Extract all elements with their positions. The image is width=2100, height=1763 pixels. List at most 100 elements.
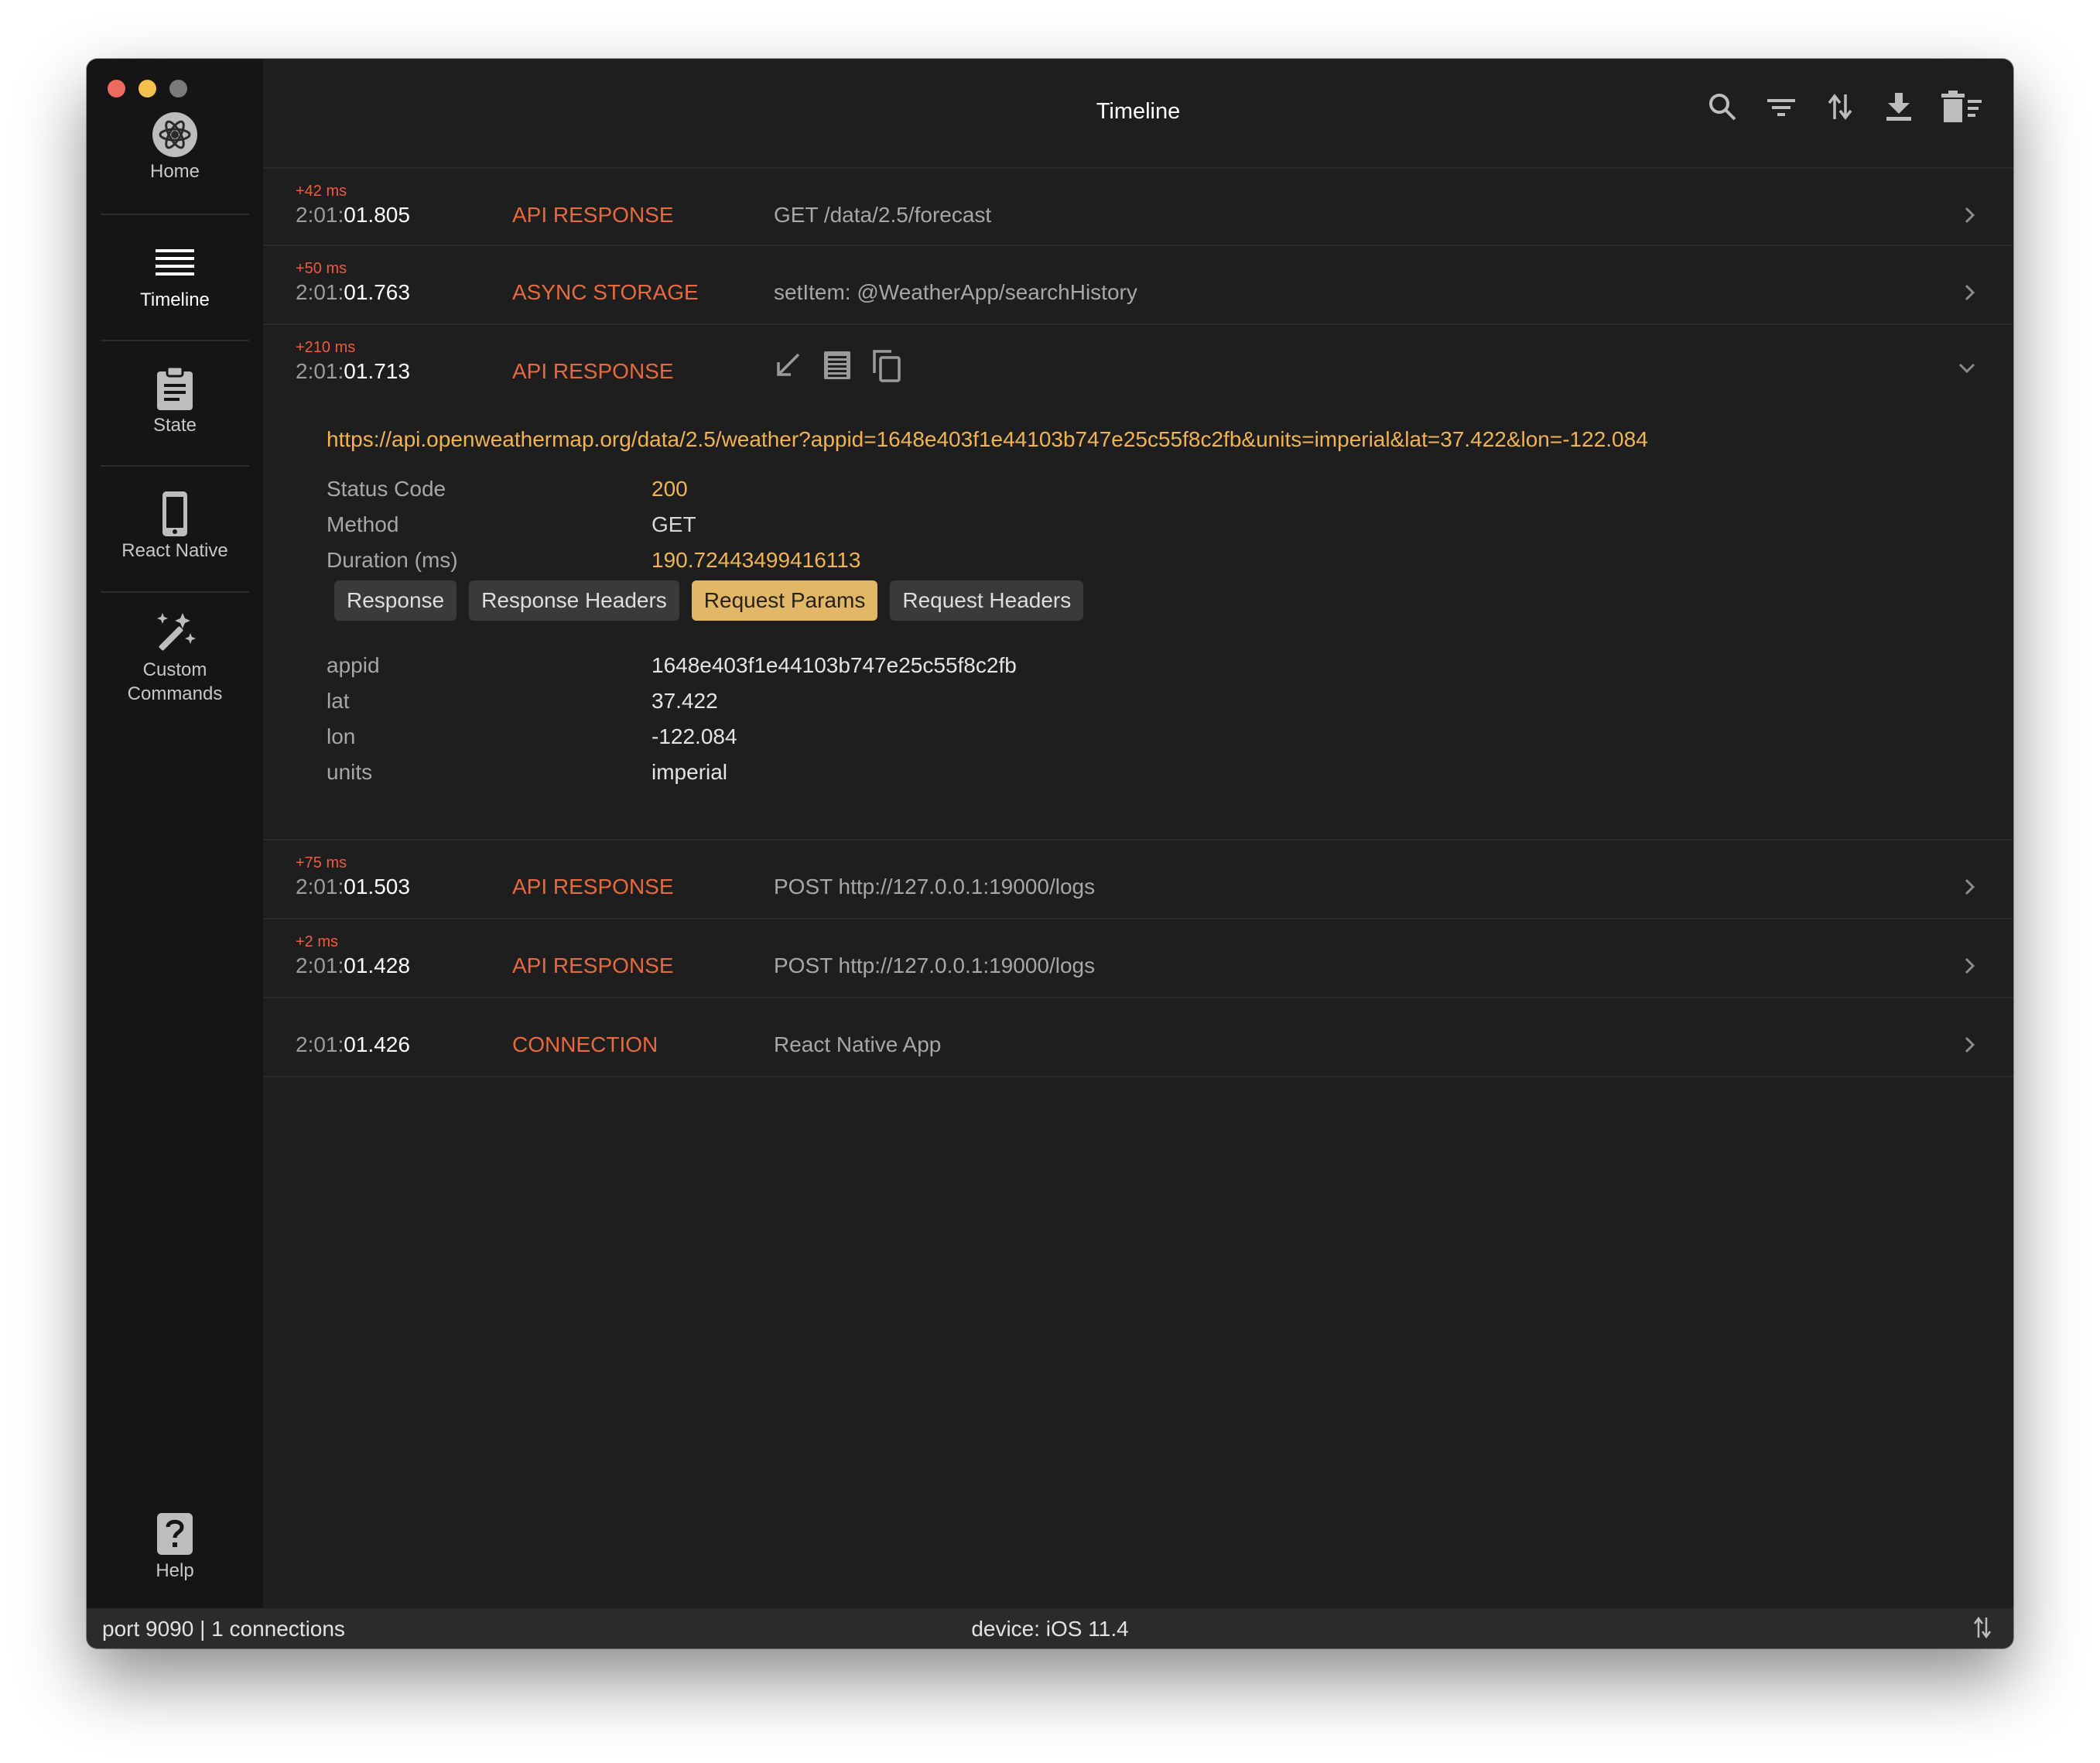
chevron-right-icon (1965, 957, 1975, 974)
param-key: lat (327, 689, 350, 713)
event-type: CONNECTION (512, 1032, 658, 1056)
chevron-down-icon (1958, 363, 1975, 374)
timeline-row[interactable]: +42 ms 2:01:01.805 API RESPONSE GET /dat… (263, 167, 2013, 246)
reactotron-logo-icon (150, 110, 200, 159)
event-summary: React Native App (774, 1032, 942, 1056)
tab-request-params[interactable]: Request Params (691, 580, 878, 621)
event-type: API RESPONSE (512, 359, 674, 383)
chevron-right-icon (1965, 207, 1975, 224)
clear-icon (1941, 91, 1982, 122)
chevron-right-icon (1965, 878, 1975, 895)
phone-icon (159, 489, 190, 539)
tab-response-headers[interactable]: Response Headers (469, 580, 679, 621)
timestamp: 2:01:01.428 (296, 953, 410, 978)
timeline-row-expanded[interactable]: +210 ms 2:01:01.713 API RESPONSE https:/… (263, 325, 2013, 840)
sidebar-item-label: Help (156, 1560, 194, 1581)
param-key: lon (327, 724, 356, 748)
row-actions (771, 348, 904, 382)
time-delta: +75 ms (296, 854, 347, 871)
timestamp-sms: 01.426 (344, 1032, 410, 1056)
search-button[interactable] (1704, 88, 1741, 125)
sidebar-divider (101, 465, 249, 467)
timeline-row[interactable]: +50 ms 2:01:01.763 ASYNC STORAGE setItem… (263, 246, 2013, 325)
header: Timeline (263, 59, 2013, 167)
time-delta: +2 ms (296, 933, 339, 950)
sidebar-item-help[interactable]: Help (101, 1509, 249, 1583)
timestamp: 2:01:01.763 (296, 280, 410, 305)
time-delta: +42 ms (296, 183, 347, 200)
event-type: API RESPONSE (512, 203, 674, 227)
download-button[interactable] (1880, 88, 1917, 125)
sidebar-item-state[interactable]: State (101, 364, 249, 437)
sidebar-divider (101, 591, 249, 593)
timestamp: 2:01:01.426 (296, 1032, 410, 1057)
param-value: -122.084 (652, 724, 737, 748)
device-status: device: iOS 11.4 (971, 1617, 1129, 1641)
event-type: API RESPONSE (512, 953, 674, 977)
event-summary: POST http://127.0.0.1:19000/logs (774, 875, 1096, 899)
info-value: 200 (652, 477, 688, 501)
timestamp-sms: 01.805 (344, 203, 410, 227)
sidebar-divider (101, 340, 249, 341)
time-delta: +210 ms (296, 339, 356, 356)
sidebar-divider (101, 214, 249, 215)
timestamp-hm: 2:01: (296, 203, 344, 227)
copy-as-fetch-button[interactable] (820, 348, 854, 382)
timestamp-sms: 01.428 (344, 953, 410, 977)
event-type: ASYNC STORAGE (512, 280, 699, 304)
timeline-list: +42 ms 2:01:01.805 API RESPONSE GET /dat… (263, 167, 2013, 1077)
sidebar-item-home[interactable]: Home (101, 110, 249, 183)
reverse-order-button[interactable] (1821, 88, 1859, 125)
header-toolbar (1704, 88, 1984, 125)
timestamp-sms: 01.763 (344, 280, 410, 304)
time-delta: +50 ms (296, 260, 347, 277)
timestamp-hm: 2:01: (296, 280, 344, 304)
window-controls (108, 80, 187, 98)
close-window-button[interactable] (108, 80, 125, 98)
clear-button[interactable] (1939, 88, 1984, 125)
connection-toggle-button[interactable] (1972, 1616, 1993, 1645)
filter-button[interactable] (1763, 88, 1800, 125)
timestamp-hm: 2:01: (296, 953, 344, 977)
clipboard-icon (155, 364, 195, 413)
event-summary: setItem: @WeatherApp/searchHistory (774, 280, 1137, 304)
info-value: GET (652, 512, 696, 536)
param-key: appid (327, 653, 380, 677)
copy-icon (873, 350, 901, 382)
app-window: Home Timeline State React Native Custom … (87, 59, 2013, 1648)
sidebar-item-label: Home (149, 161, 200, 182)
timestamp-sms: 01.713 (344, 359, 410, 383)
timeline-row[interactable]: 2:01:01.426 CONNECTION React Native App (263, 998, 2013, 1077)
download-icon (1886, 93, 1911, 121)
info-key: Duration (ms) (327, 548, 458, 572)
sidebar-item-timeline[interactable]: Timeline (101, 238, 249, 312)
timestamp-hm: 2:01: (296, 359, 344, 383)
repeat-request-button[interactable] (771, 348, 805, 382)
copy-button[interactable] (870, 348, 904, 382)
timestamp-hm: 2:01: (296, 875, 344, 899)
sidebar-item-custom-commands[interactable]: Custom Commands (101, 608, 249, 706)
help-icon (155, 1509, 195, 1559)
reverse-order-icon (1973, 1616, 1992, 1639)
minimize-window-button[interactable] (139, 80, 156, 98)
timestamp: 2:01:01.805 (296, 203, 410, 228)
event-summary: POST http://127.0.0.1:19000/logs (774, 953, 1096, 977)
sidebar-item-label: State (152, 415, 197, 436)
magic-wand-icon (152, 608, 198, 658)
timeline-row[interactable]: +75 ms 2:01:01.503 API RESPONSE POST htt… (263, 840, 2013, 919)
event-summary: GET /data/2.5/forecast (774, 203, 992, 227)
repeat-request-icon (777, 353, 800, 376)
info-value: 190.72443499416113 (652, 548, 861, 572)
detail-tabs: Response Response Headers Request Params… (334, 580, 1084, 621)
list-icon (154, 238, 196, 288)
tab-request-headers[interactable]: Request Headers (890, 580, 1084, 621)
info-key: Status Code (327, 477, 446, 501)
zoom-window-button[interactable] (169, 80, 187, 98)
tab-response[interactable]: Response (334, 580, 457, 621)
request-url[interactable]: https://api.openweathermap.org/data/2.5/… (327, 427, 1648, 452)
reverse-order-icon (1828, 94, 1852, 120)
timeline-row[interactable]: +2 ms 2:01:01.428 API RESPONSE POST http… (263, 919, 2013, 998)
info-key: Method (327, 512, 399, 536)
sidebar-item-react-native[interactable]: React Native (101, 489, 249, 563)
sidebar-item-label: Custom Commands (127, 659, 223, 704)
